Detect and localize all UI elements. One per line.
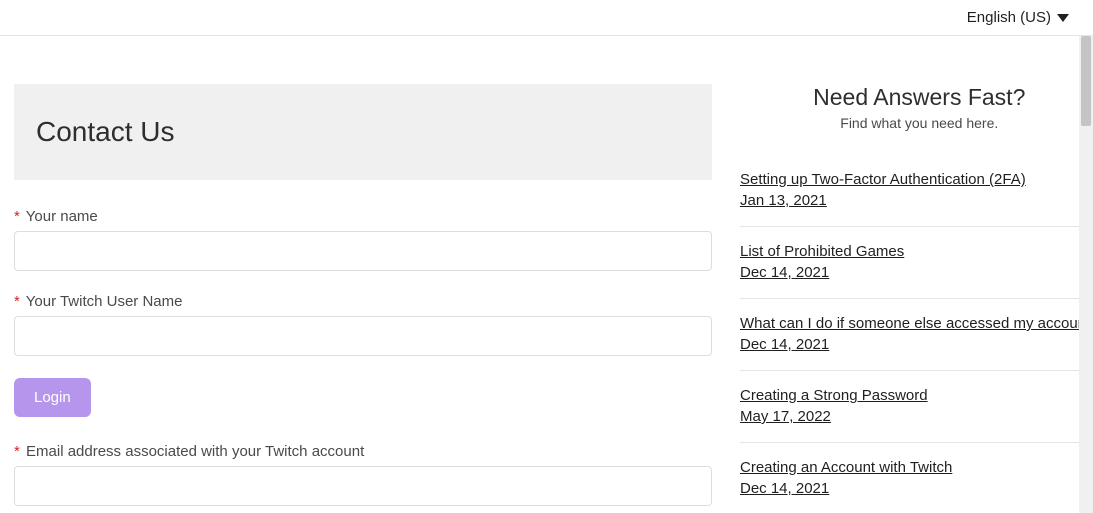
sidebar-subtitle: Find what you need here. (740, 115, 1093, 131)
article-item: What can I do if someone else accessed m… (740, 299, 1093, 371)
article-link[interactable]: What can I do if someone else accessed m… (740, 315, 1093, 332)
page-title: Contact Us (36, 116, 690, 148)
article-date: Dec 14, 2021 (740, 264, 829, 281)
twitch-user-label: * Your Twitch User Name (14, 293, 712, 310)
language-selector[interactable]: English (US) (967, 9, 1069, 26)
login-button[interactable]: Login (14, 378, 91, 417)
email-label: * Email address associated with your Twi… (14, 443, 712, 460)
contact-form-column: Contact Us * Your name * Your Twitch Use… (14, 84, 712, 513)
article-link[interactable]: Creating a Strong Password (740, 387, 1093, 404)
twitch-user-field-group: * Your Twitch User Name (14, 293, 712, 356)
scrollbar-track[interactable] (1079, 36, 1093, 513)
article-date: Dec 14, 2021 (740, 480, 829, 497)
scrollbar-thumb[interactable] (1081, 36, 1091, 126)
twitch-user-input[interactable] (14, 316, 712, 356)
email-field-group: * Email address associated with your Twi… (14, 443, 712, 513)
language-label: English (US) (967, 9, 1051, 26)
article-date: May 17, 2022 (740, 408, 831, 425)
article-link[interactable]: List of Prohibited Games (740, 243, 1093, 260)
sidebar-title: Need Answers Fast? (740, 84, 1093, 111)
article-link[interactable]: Creating an Account with Twitch (740, 459, 1093, 476)
name-label: * Your name (14, 208, 712, 225)
contact-header: Contact Us (14, 84, 712, 180)
sidebar-column: Need Answers Fast? Find what you need he… (740, 84, 1093, 513)
article-date: Jan 13, 2021 (740, 192, 827, 209)
article-item: Creating a Strong Password May 17, 2022 (740, 371, 1093, 443)
caret-down-icon (1057, 14, 1069, 22)
name-input[interactable] (14, 231, 712, 271)
top-bar: English (US) (0, 0, 1093, 36)
name-field-group: * Your name (14, 208, 712, 271)
article-item: Creating an Account with Twitch Dec 14, … (740, 443, 1093, 513)
article-item: Setting up Two-Factor Authentication (2F… (740, 155, 1093, 227)
email-input[interactable] (14, 466, 712, 506)
article-date: Dec 14, 2021 (740, 336, 829, 353)
article-item: List of Prohibited Games Dec 14, 2021 (740, 227, 1093, 299)
article-link[interactable]: Setting up Two-Factor Authentication (2F… (740, 171, 1093, 188)
